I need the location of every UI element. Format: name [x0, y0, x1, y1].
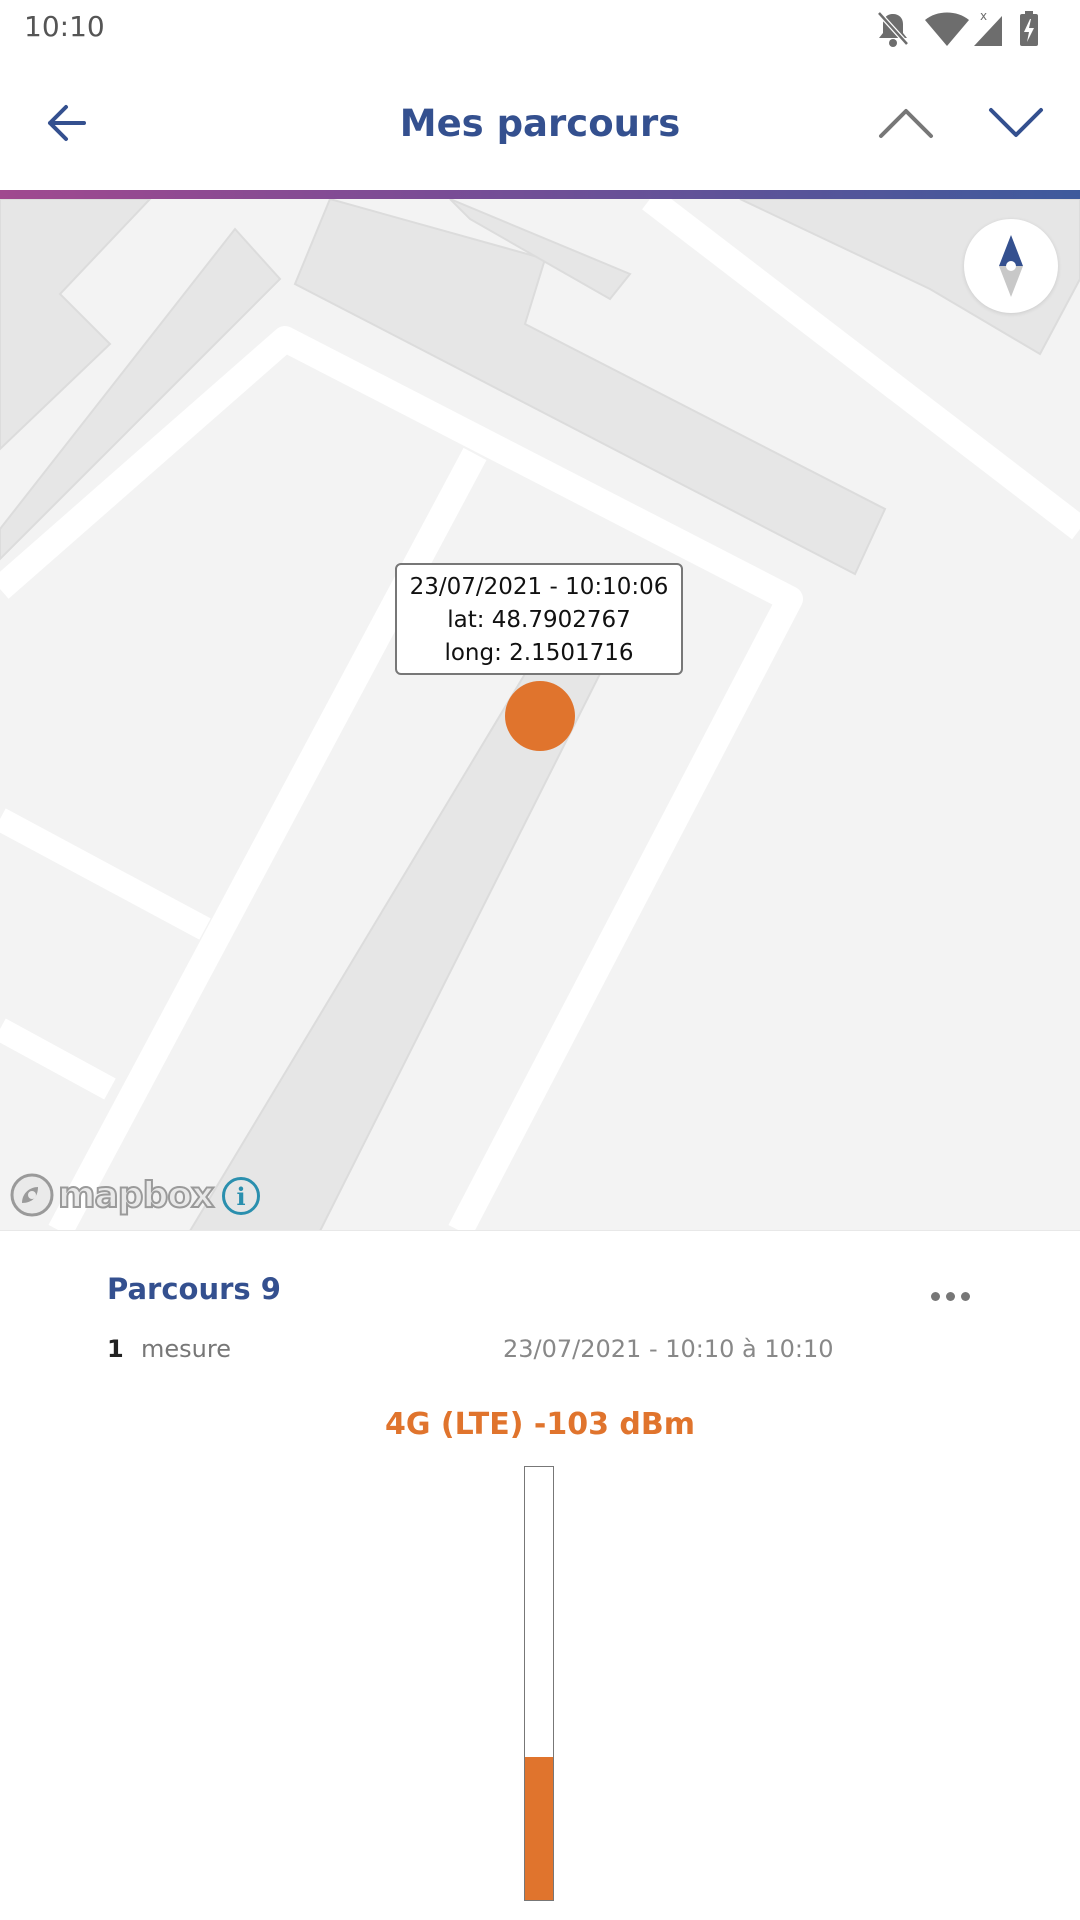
popup-datetime: 23/07/2021 - 10:10:06 — [409, 574, 669, 600]
more-dot-icon — [960, 1291, 970, 1301]
signal-strength-label: 4G (LTE) -103 dBm — [384, 1407, 696, 1442]
measure-count-label: mesure — [141, 1335, 231, 1363]
notifications-off-icon — [877, 11, 909, 47]
header-gradient-divider — [0, 190, 1080, 199]
previous-button[interactable] — [866, 83, 946, 163]
battery-charging-icon — [1020, 11, 1038, 46]
more-dot-icon — [930, 1291, 940, 1301]
status-bar: 10:10 x — [0, 0, 1080, 56]
app-bar: Mes parcours — [0, 56, 1080, 190]
location-popup: 23/07/2021 - 10:10:06 lat: 48.7902767 lo… — [395, 563, 683, 675]
mapbox-icon — [10, 1173, 54, 1217]
parcours-title: Parcours 9 — [107, 1272, 281, 1306]
signal-icon: x — [974, 10, 1002, 46]
map-view[interactable]: 23/07/2021 - 10:10:06 lat: 48.7902767 lo… — [0, 199, 1080, 1231]
attribution-info-button[interactable]: i — [222, 1177, 260, 1215]
signal-strength-bar — [524, 1466, 554, 1901]
mapbox-logo[interactable]: mapbox — [10, 1171, 215, 1219]
chevron-down-icon — [989, 108, 1043, 137]
compass-button[interactable] — [964, 219, 1058, 313]
chevron-up-icon — [879, 109, 933, 138]
compass-icon — [999, 235, 1023, 297]
status-time: 10:10 — [24, 10, 105, 43]
mapbox-wordmark: mapbox — [57, 1174, 215, 1217]
signal-strength-fill — [525, 1757, 553, 1900]
more-dot-icon — [945, 1291, 955, 1301]
more-options-button[interactable] — [920, 1276, 980, 1316]
status-icons: x — [876, 10, 1066, 50]
svg-text:x: x — [980, 10, 987, 23]
popup-longitude: long: 2.1501716 — [444, 640, 634, 666]
location-marker[interactable] — [505, 681, 575, 751]
popup-latitude: lat: 48.7902767 — [447, 607, 631, 633]
next-button[interactable] — [976, 83, 1056, 163]
wifi-icon — [925, 12, 969, 46]
measure-count: 1 — [107, 1335, 124, 1363]
parcours-date-range: 23/07/2021 - 10:10 à 10:10 — [503, 1335, 834, 1363]
